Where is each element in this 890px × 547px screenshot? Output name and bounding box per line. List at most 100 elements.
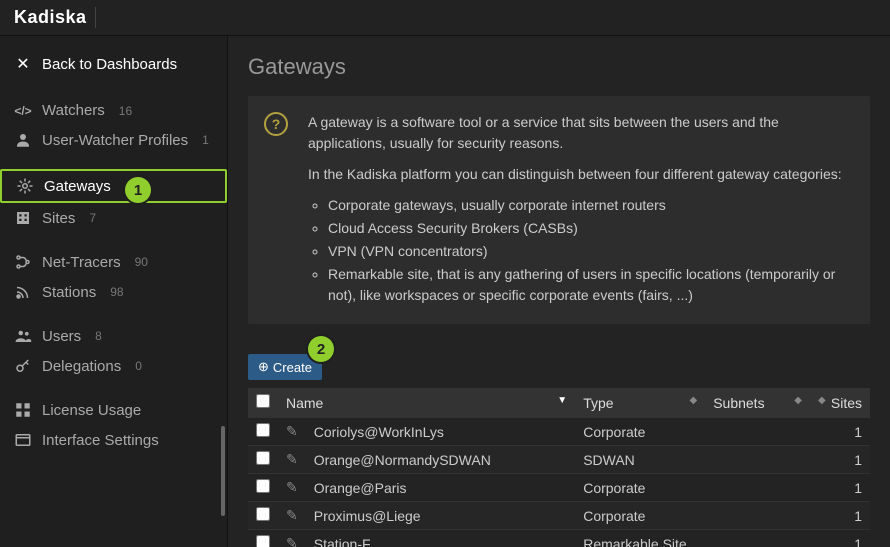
gateway-icon	[16, 177, 34, 195]
sidebar: ✕ Back to Dashboards </> Watchers 16 User-W…	[0, 36, 228, 547]
info-text-1: A gateway is a software tool or a servic…	[308, 112, 854, 154]
edit-row-button[interactable]: ✎	[278, 418, 306, 446]
col-sites[interactable]: ◆ Sites	[810, 388, 870, 418]
cell-type: SDWAN	[575, 446, 705, 474]
row-checkbox[interactable]	[256, 423, 270, 437]
cell-type: Corporate	[575, 502, 705, 530]
sort-icon: ◆	[818, 395, 826, 406]
callout-badge-1: 1	[125, 177, 151, 203]
sidebar-item-license-usage[interactable]: License Usage	[0, 395, 227, 425]
cell-name: Orange@NormandySDWAN	[306, 446, 575, 474]
cell-name: Coriolys@WorkInLys	[306, 418, 575, 446]
sidebar-item-count: 16	[119, 104, 132, 118]
sidebar-item-label: User-Watcher Profiles	[42, 132, 188, 149]
plus-circle-icon: ⊕	[258, 359, 269, 375]
sidebar-item-label: Users	[42, 328, 81, 345]
users-icon	[14, 327, 32, 345]
office-icon	[14, 209, 32, 227]
row-checkbox[interactable]	[256, 451, 270, 465]
sort-icon: ◆	[690, 395, 698, 406]
sidebar-item-label: Interface Settings	[42, 432, 159, 449]
help-icon: ?	[264, 112, 288, 136]
cell-subnets	[705, 530, 810, 547]
callout-badge-2: 2	[308, 336, 334, 362]
sidebar-item-sites[interactable]: Sites 7	[0, 203, 227, 233]
caret-down-icon: ▼	[557, 395, 567, 406]
signal-icon	[14, 283, 32, 301]
back-label: Back to Dashboards	[42, 56, 177, 73]
col-name[interactable]: Name ▼	[278, 388, 575, 418]
brand-title: Kadiska	[14, 7, 96, 28]
select-all-header[interactable]	[248, 388, 278, 418]
window-icon	[14, 431, 32, 449]
cell-subnets	[705, 446, 810, 474]
cell-sites: 1	[810, 446, 870, 474]
create-label: Create	[273, 360, 312, 375]
table-row: ✎Coriolys@WorkInLysCorporate 1	[248, 418, 870, 446]
cell-type: Corporate	[575, 474, 705, 502]
sidebar-item-label: Net-Tracers	[42, 254, 121, 271]
sidebar-scrollbar[interactable]	[221, 426, 225, 516]
col-subnets[interactable]: Subnets ◆	[705, 388, 810, 418]
grid-icon	[14, 401, 32, 419]
sidebar-item-label: License Usage	[42, 402, 141, 419]
sidebar-item-user-watcher-profiles[interactable]: User-Watcher Profiles 1	[0, 125, 227, 155]
cell-subnets	[705, 474, 810, 502]
sidebar-item-interface-settings[interactable]: Interface Settings	[0, 425, 227, 455]
sidebar-item-label: Stations	[42, 284, 96, 301]
sidebar-item-label: Sites	[42, 210, 75, 227]
cell-sites: 1	[810, 530, 870, 547]
close-icon: ✕	[14, 54, 32, 74]
sidebar-item-count: 8	[95, 329, 102, 343]
table-row: ✎Orange@ParisCorporate 1	[248, 474, 870, 502]
branches-icon	[14, 253, 32, 271]
key-icon	[14, 357, 32, 375]
table-row: ✎Proximus@LiegeCorporate 1	[248, 502, 870, 530]
sidebar-item-count: 98	[110, 285, 123, 299]
info-text-2: In the Kadiska platform you can distingu…	[308, 164, 854, 185]
back-to-dashboards[interactable]: ✕ Back to Dashboards	[0, 48, 227, 80]
info-list-item: Cloud Access Security Brokers (CASBs)	[328, 218, 854, 239]
cell-sites: 1	[810, 474, 870, 502]
row-checkbox[interactable]	[256, 535, 270, 547]
cell-sites: 1	[810, 418, 870, 446]
info-list-item: Corporate gateways, usually corporate in…	[328, 195, 854, 216]
sidebar-item-net-tracers[interactable]: Net-Tracers 90	[0, 247, 227, 277]
user-icon	[14, 131, 32, 149]
sidebar-item-count: 90	[135, 255, 148, 269]
sidebar-item-label: Delegations	[42, 358, 121, 375]
sidebar-item-watchers[interactable]: </> Watchers 16	[0, 96, 227, 125]
sidebar-item-count: 1	[202, 133, 209, 147]
table-row: ✎Station-FRemarkable Site1	[248, 530, 870, 547]
sidebar-item-label: Watchers	[42, 102, 105, 119]
main-content: Gateways ? A gateway is a software tool …	[228, 36, 890, 547]
row-checkbox[interactable]	[256, 507, 270, 521]
cell-sites: 1	[810, 502, 870, 530]
edit-row-button[interactable]: ✎	[278, 502, 306, 530]
edit-row-button[interactable]: ✎	[278, 474, 306, 502]
table-row: ✎Orange@NormandySDWANSDWAN 1	[248, 446, 870, 474]
sidebar-item-count: 7	[89, 211, 96, 225]
sort-icon: ◆	[794, 395, 802, 406]
sidebar-item-delegations[interactable]: Delegations 0	[0, 351, 227, 381]
sidebar-item-label: Gateways	[44, 178, 111, 195]
cell-name: Proximus@Liege	[306, 502, 575, 530]
sidebar-item-users[interactable]: Users 8	[0, 321, 227, 351]
info-panel: ? A gateway is a software tool or a serv…	[248, 96, 870, 324]
cell-subnets	[705, 418, 810, 446]
sidebar-item-stations[interactable]: Stations 98	[0, 277, 227, 307]
info-list-item: Remarkable site, that is any gathering o…	[328, 264, 854, 306]
cell-name: Station-F	[306, 530, 575, 547]
row-checkbox[interactable]	[256, 479, 270, 493]
col-type[interactable]: Type ◆	[575, 388, 705, 418]
edit-row-button[interactable]: ✎	[278, 446, 306, 474]
cell-type: Corporate	[575, 418, 705, 446]
page-title: Gateways	[248, 54, 870, 80]
gateways-table: Name ▼ Type ◆ Subnets ◆ ◆	[248, 388, 870, 547]
select-all-checkbox[interactable]	[256, 394, 270, 408]
cell-name: Orange@Paris	[306, 474, 575, 502]
sidebar-item-count: 0	[135, 359, 142, 373]
edit-row-button[interactable]: ✎	[278, 530, 306, 547]
sidebar-item-gateways[interactable]: Gateways61	[0, 169, 227, 203]
code-icon: </>	[14, 104, 32, 118]
